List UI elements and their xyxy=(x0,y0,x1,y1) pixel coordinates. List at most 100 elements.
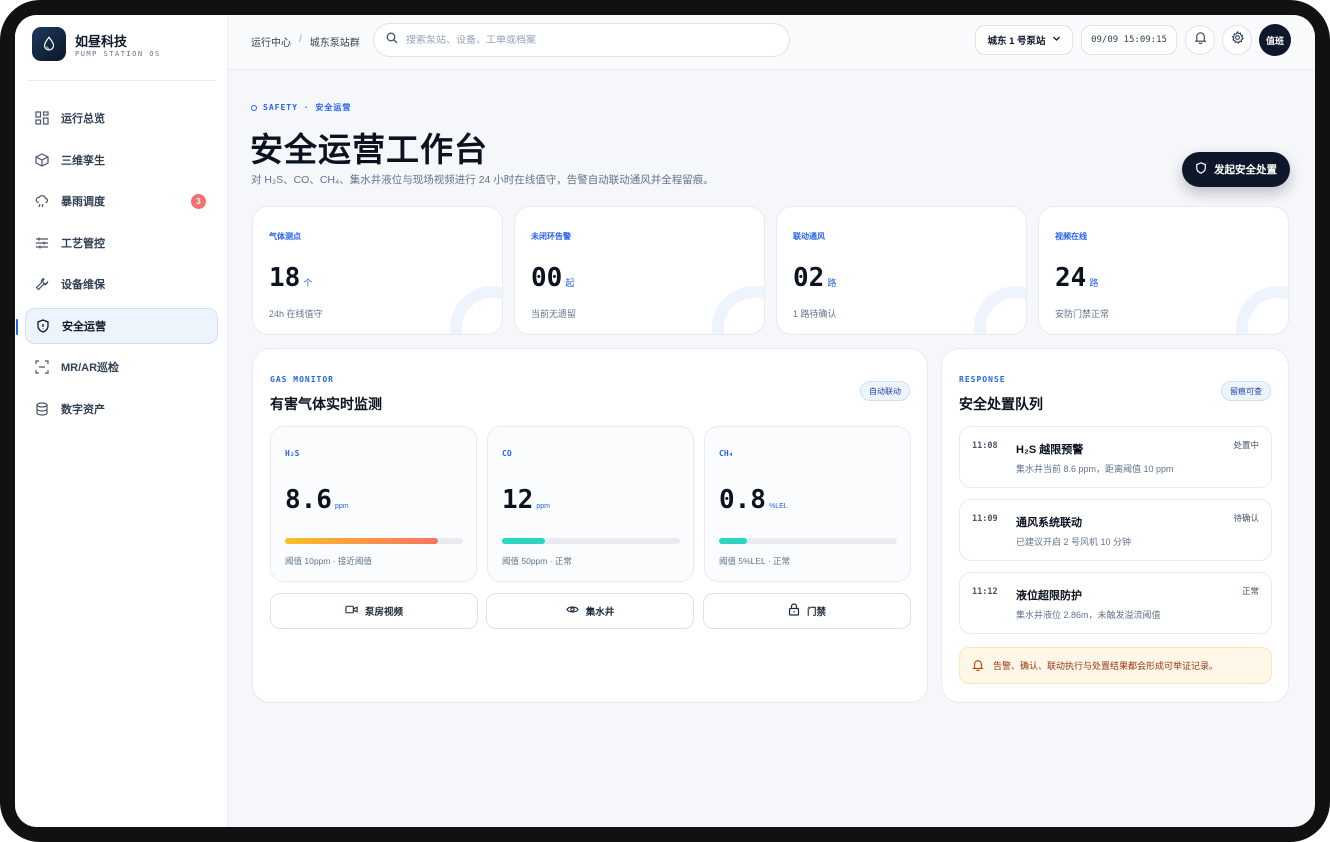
stat-card-open-alarms: 未闭环告警 00 起 当前无遗留 xyxy=(514,206,765,335)
level-bar xyxy=(285,538,463,544)
queue-item-time: 11:09 xyxy=(972,514,998,524)
gas-card-h2s[interactable]: H₂S 8.6 ppm 阈值 10ppm · 接近阈值 xyxy=(270,426,477,582)
gas-card-ch4[interactable]: CH₄ 0.8 %LEL 阈值 5%LEL · 正常 xyxy=(704,426,911,582)
gas-value: 8.6 ppm xyxy=(285,485,349,515)
button-label: 门禁 xyxy=(806,607,826,618)
sidebar-item-label: 暴雨调度 xyxy=(61,196,105,208)
gas-threshold-note: 阈值 5%LEL · 正常 xyxy=(719,556,791,566)
audit-notice: 告警、确认、联动执行与处置结果都会形成可举证记录。 xyxy=(959,647,1272,684)
decorative-ring xyxy=(1236,286,1288,334)
brand-name: 如昼科技 xyxy=(75,34,128,49)
stat-unit: 个 xyxy=(303,278,313,288)
page-eyebrow: SAFETY · 安全运营 xyxy=(251,102,351,113)
button-label: 集水井 xyxy=(585,607,615,618)
station-select[interactable]: 城东 1 号泵站 xyxy=(975,25,1073,55)
notifications-button[interactable] xyxy=(1185,25,1215,55)
gas-name: H₂S xyxy=(285,449,300,458)
stat-card-gas-points: 气体测点 18 个 24h 在线值守 xyxy=(252,206,503,335)
access-control-button[interactable]: 门禁 xyxy=(703,593,911,629)
stat-value: 02 路 xyxy=(793,263,837,293)
user-avatar[interactable]: 值班 xyxy=(1259,24,1291,56)
datetime-display: 09/09 15:09:15 xyxy=(1081,25,1177,55)
queue-item-title: 液位超限防护 xyxy=(1016,590,1082,602)
brand-subtitle: PUMP STATION OS xyxy=(75,50,161,58)
page-description: 对 H₂S、CO、CH₄、集水井液位与现场视频进行 24 小时在线值守，告警自动… xyxy=(251,174,714,186)
notice-text: 告警、确认、联动执行与处置结果都会形成可举证记录。 xyxy=(993,661,1219,671)
page-title: 安全运营工作台 xyxy=(250,131,488,168)
divider xyxy=(27,80,216,81)
sidebar-item-label: 工艺管控 xyxy=(61,237,105,250)
sidebar-item-overview[interactable]: 运行总览 xyxy=(25,100,218,136)
stat-subtitle: 24h 在线值守 xyxy=(269,309,323,319)
sidebar-item-digital-assets[interactable]: 数字资产 xyxy=(25,391,218,427)
decorative-ring xyxy=(974,286,1026,334)
settings-button[interactable] xyxy=(1222,25,1252,55)
rain-cloud-icon xyxy=(35,194,49,208)
shield-icon xyxy=(1195,162,1207,177)
panel-title: 有害气体实时监测 xyxy=(270,396,382,412)
sidebar-nav: 运行总览 三维孪生 暴雨调度 3 工艺管控 设备维保 安全运营 MR/AR巡检 … xyxy=(16,100,218,432)
queue-item-desc: 集水井当前 8.6 ppm，距离阈值 10 ppm xyxy=(1016,464,1174,474)
sump-well-view-button[interactable]: 集水井 xyxy=(486,593,694,629)
button-label: 泵房视频 xyxy=(364,607,403,618)
traceable-badge: 留痕可查 xyxy=(1221,381,1271,401)
gas-name: CO xyxy=(502,449,512,458)
sidebar-item-maintenance[interactable]: 设备维保 xyxy=(25,266,218,302)
sidebar-item-process-control[interactable]: 工艺管控 xyxy=(25,225,218,261)
stat-subtitle: 1 路待确认 xyxy=(793,309,837,319)
brand[interactable]: 如昼科技 PUMP STATION OS xyxy=(32,27,222,71)
queue-item[interactable]: 11:08 H₂S 越限预警 集水井当前 8.6 ppm，距离阈值 10 ppm… xyxy=(959,426,1272,488)
top-bar: 运行中心 / 城东泵站群 城东 1 号泵站 09/09 15:09:15 值班 xyxy=(228,15,1315,70)
queue-item-time: 11:08 xyxy=(972,441,998,451)
breadcrumb: 运行中心 / 城东泵站群 xyxy=(251,34,360,49)
stat-label: 气体测点 xyxy=(269,232,301,241)
stat-subtitle: 安防门禁正常 xyxy=(1055,309,1110,319)
queue-item-desc: 已建议开启 2 号风机 10 分钟 xyxy=(1016,537,1132,547)
breadcrumb-item[interactable]: 运行中心 xyxy=(251,34,291,49)
level-bar-fill xyxy=(285,538,439,544)
stat-value: 24 路 xyxy=(1055,263,1099,293)
stat-card-video-online: 视频在线 24 路 安防门禁正常 xyxy=(1038,206,1289,335)
sidebar-item-mr-ar-inspection[interactable]: MR/AR巡检 xyxy=(25,349,218,385)
queue-item[interactable]: 11:12 液位超限防护 集水井液位 2.86m，未触发溢流阈值 正常 xyxy=(959,572,1272,634)
sidebar-item-label: 设备维保 xyxy=(61,279,105,291)
queue-item-desc: 集水井液位 2.86m，未触发溢流阈值 xyxy=(1016,610,1161,620)
breadcrumb-item[interactable]: 城东泵站群 xyxy=(310,34,360,49)
gas-value: 12 ppm xyxy=(502,485,550,515)
stat-value: 18 个 xyxy=(269,263,313,293)
device-frame: 如昼科技 PUMP STATION OS 运行总览 三维孪生 暴雨调度 3 工艺… xyxy=(0,0,1330,842)
water-drop-logo-icon xyxy=(32,27,66,61)
sidebar-item-safety[interactable]: 安全运营 xyxy=(16,307,218,344)
stat-label: 视频在线 xyxy=(1055,232,1087,241)
gas-unit: %LEL xyxy=(768,503,788,510)
ring-dot-icon xyxy=(251,104,257,111)
bell-icon xyxy=(1194,31,1207,49)
queue-item-status: 待确认 xyxy=(1233,513,1259,523)
sidebar: 如昼科技 PUMP STATION OS 运行总览 三维孪生 暴雨调度 3 工艺… xyxy=(15,15,228,827)
level-bar xyxy=(502,538,680,544)
shield-icon xyxy=(36,318,50,333)
queue-item-status: 正常 xyxy=(1241,586,1259,596)
queue-item[interactable]: 11:09 通风系统联动 已建议开启 2 号风机 10 分钟 待确认 xyxy=(959,499,1272,561)
button-label: 发起安全处置 xyxy=(1214,164,1277,176)
queue-item-status: 处置中 xyxy=(1233,440,1259,450)
station-select-value: 城东 1 号泵站 xyxy=(987,36,1046,47)
search-input[interactable] xyxy=(406,34,766,46)
app-screen: 如昼科技 PUMP STATION OS 运行总览 三维孪生 暴雨调度 3 工艺… xyxy=(15,15,1315,827)
search-box[interactable] xyxy=(373,23,790,57)
grid-icon xyxy=(35,111,49,125)
decorative-ring xyxy=(712,286,764,334)
start-safety-response-button[interactable]: 发起安全处置 xyxy=(1182,152,1290,187)
wrench-icon xyxy=(35,277,49,291)
pump-room-video-button[interactable]: 泵房视频 xyxy=(270,593,478,629)
sidebar-item-label: MR/AR巡检 xyxy=(61,362,120,374)
chevron-down-icon xyxy=(1052,34,1061,46)
lock-icon xyxy=(788,603,800,619)
database-icon xyxy=(35,401,49,416)
gas-card-co[interactable]: CO 12 ppm 阈值 50ppm · 正常 xyxy=(487,426,694,582)
panel-title: 安全处置队列 xyxy=(959,396,1043,412)
sidebar-item-digital-twin[interactable]: 三维孪生 xyxy=(25,142,218,178)
gas-name: CH₄ xyxy=(719,449,734,458)
sidebar-item-storm-dispatch[interactable]: 暴雨调度 3 xyxy=(25,183,218,219)
cube-icon xyxy=(35,152,49,167)
